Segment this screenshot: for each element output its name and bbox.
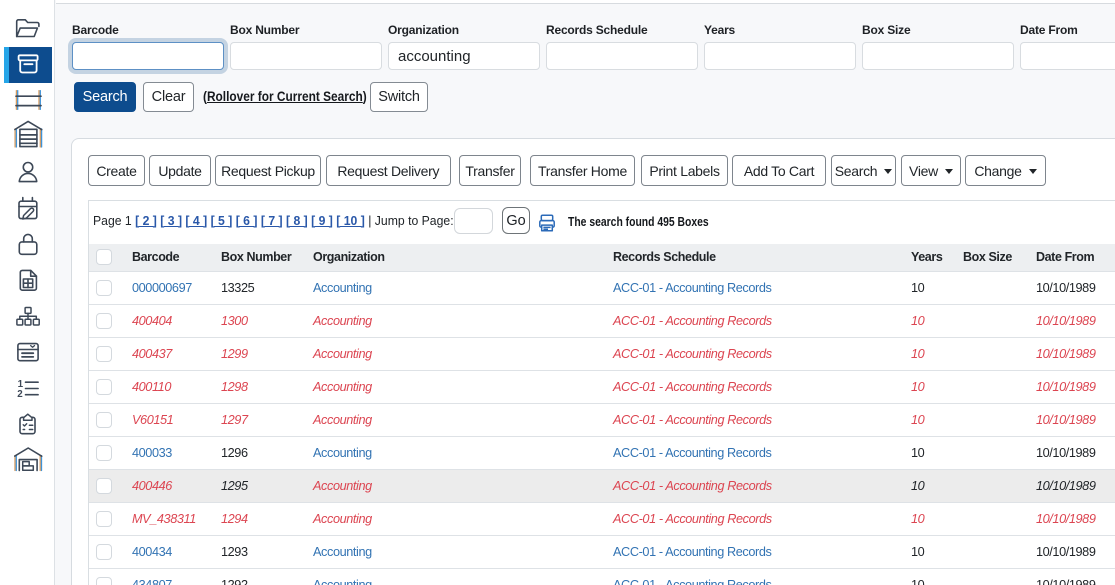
- svg-text:2: 2: [17, 389, 23, 400]
